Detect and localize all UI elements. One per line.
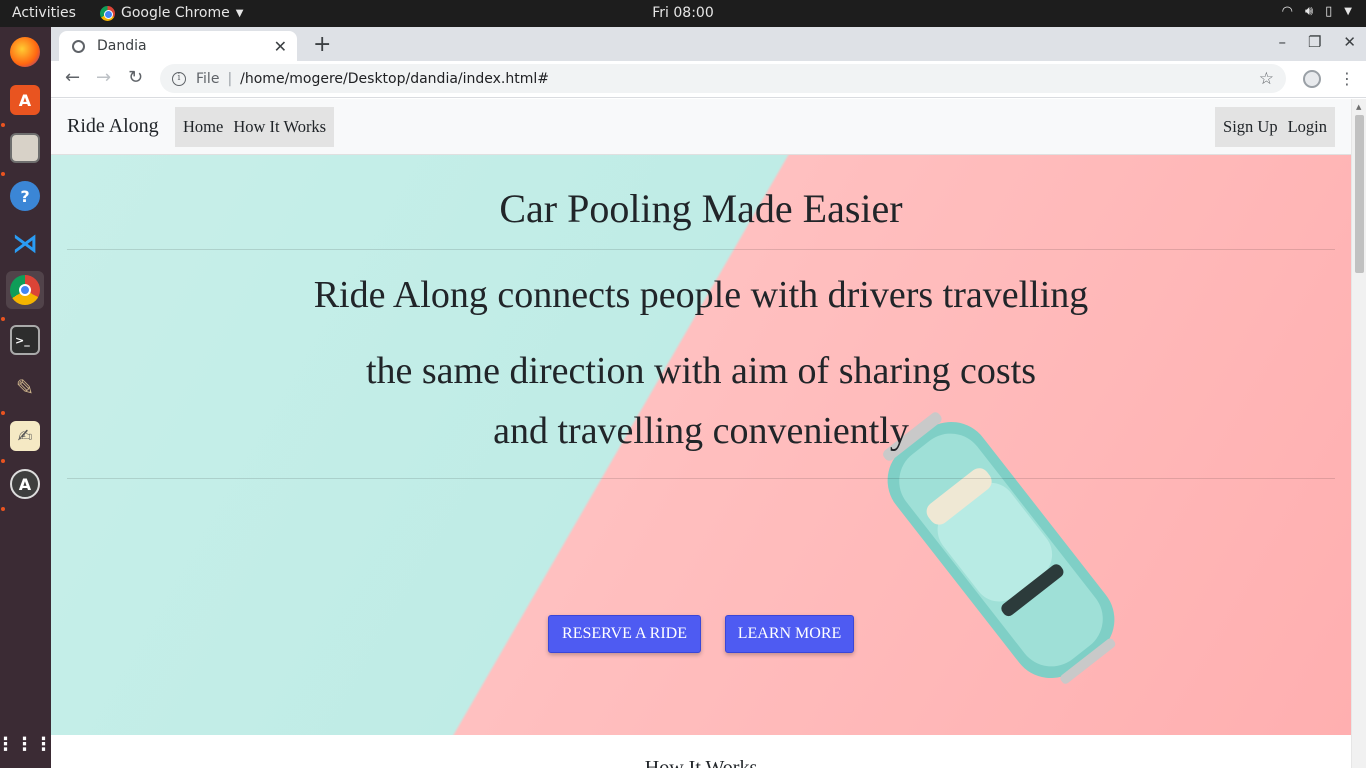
how-it-works-section: How It Works: [51, 735, 1351, 768]
dock-updater[interactable]: A: [6, 465, 44, 503]
dock-chrome[interactable]: [6, 271, 44, 309]
address-separator: |: [227, 70, 233, 87]
hero-line-3: and travelling conveniently: [493, 410, 909, 452]
activities-button[interactable]: Activities: [12, 5, 76, 21]
chrome-icon: [10, 275, 40, 305]
bookmark-star-icon[interactable]: ☆: [1259, 69, 1274, 89]
gimp-icon: ✎: [15, 375, 35, 401]
hero-divider-top: [67, 249, 1335, 250]
minimize-button[interactable]: –: [1278, 33, 1286, 51]
system-top-bar: Activities Google Chrome ▼ Fri 08:00 ◠ 🔊…: [0, 0, 1366, 27]
volume-icon: 🔊︎: [1304, 4, 1314, 19]
close-icon[interactable]: ✕: [274, 37, 287, 56]
window-controls: – ❐ ✕: [1278, 33, 1356, 51]
back-button[interactable]: ←: [65, 67, 80, 88]
dock-terminal[interactable]: >_: [6, 321, 44, 359]
site-navbar: Ride Along Home How It Works Sign Up Log…: [51, 99, 1351, 155]
page-viewport: Ride Along Home How It Works Sign Up Log…: [51, 99, 1351, 768]
hero-line-2: the same direction with aim of sharing c…: [365, 350, 1037, 392]
close-window-button[interactable]: ✕: [1343, 33, 1356, 51]
dock-files[interactable]: [6, 129, 44, 167]
url-text[interactable]: /home/mogere/Desktop/dandia/index.html#: [240, 71, 1259, 87]
hero-divider-bottom: [67, 478, 1335, 479]
chevron-down-icon: ▼: [1344, 6, 1352, 17]
forward-button[interactable]: →: [96, 67, 111, 88]
tab-strip: Dandia ✕ + – ❐ ✕: [51, 27, 1366, 61]
nav-right: Sign Up Login: [1215, 107, 1335, 147]
learn-more-button[interactable]: LEARN MORE: [725, 615, 854, 653]
browser-window: Dandia ✕ + – ❐ ✕ ← → ↻ i File | /home/mo…: [51, 27, 1366, 768]
tab-dandia[interactable]: Dandia ✕: [59, 31, 297, 61]
dock: A ? ⋊ >_ ✎ ✍ A ⋮⋮⋮: [0, 27, 54, 768]
chevron-down-icon: ▼: [235, 7, 244, 19]
nav-how-it-works[interactable]: How It Works: [233, 117, 326, 137]
hero-title: Car Pooling Made Easier: [499, 186, 903, 231]
globe-icon: [72, 39, 85, 53]
menu-kebab-icon[interactable]: ⋮: [1339, 69, 1355, 88]
nav-sign-up[interactable]: Sign Up: [1223, 117, 1278, 137]
text-editor-icon: ✍: [10, 421, 40, 451]
section-title: How It Works: [644, 757, 758, 768]
dock-gimp[interactable]: ✎: [6, 369, 44, 407]
page-scrollbar[interactable]: ▲: [1351, 99, 1366, 768]
scroll-up-arrow-icon[interactable]: ▲: [1356, 103, 1361, 111]
system-tray[interactable]: ◠ 🔊︎ ▯ ▼: [1282, 4, 1352, 19]
reload-button[interactable]: ↻: [128, 67, 143, 88]
app-menu[interactable]: Google Chrome ▼: [100, 5, 243, 21]
chrome-icon: [100, 5, 115, 21]
address-bar[interactable]: i File | /home/mogere/Desktop/dandia/ind…: [160, 64, 1286, 93]
wifi-icon: ◠: [1281, 4, 1293, 19]
info-icon[interactable]: i: [172, 71, 186, 86]
nav-left: Home How It Works: [175, 107, 335, 147]
dock-help[interactable]: ?: [6, 177, 44, 215]
dock-text-editor[interactable]: ✍: [6, 417, 44, 455]
hero-line-1: Ride Along connects people with drivers …: [313, 274, 1089, 316]
reserve-ride-button[interactable]: RESERVE A RIDE: [548, 615, 701, 653]
updater-icon: A: [10, 469, 40, 499]
profile-avatar[interactable]: [1303, 70, 1321, 88]
terminal-icon: >_: [10, 325, 40, 355]
app-grid-icon: ⋮⋮⋮: [0, 733, 54, 755]
vscode-icon: ⋊: [12, 229, 38, 259]
files-icon: [10, 133, 40, 163]
address-scheme: File: [196, 70, 220, 87]
app-menu-label: Google Chrome: [121, 5, 230, 21]
dock-vscode[interactable]: ⋊: [6, 225, 44, 263]
software-center-icon: A: [10, 85, 40, 115]
maximize-button[interactable]: ❐: [1308, 33, 1321, 51]
help-icon: ?: [10, 181, 40, 211]
site-brand[interactable]: Ride Along: [67, 115, 159, 138]
firefox-icon: [10, 37, 40, 67]
browser-toolbar: ← → ↻ i File | /home/mogere/Desktop/dand…: [51, 61, 1366, 98]
nav-login[interactable]: Login: [1288, 117, 1327, 137]
dock-firefox[interactable]: [6, 33, 44, 71]
tab-title: Dandia: [97, 38, 147, 54]
battery-icon: ▯: [1325, 4, 1333, 19]
new-tab-button[interactable]: +: [313, 32, 331, 57]
dock-app-grid[interactable]: ⋮⋮⋮: [0, 725, 54, 763]
scrollbar-thumb[interactable]: [1355, 115, 1364, 273]
hero-section: Car Pooling Made Easier Ride Along conne…: [51, 155, 1351, 735]
dock-software[interactable]: A: [6, 81, 44, 119]
nav-home[interactable]: Home: [183, 117, 223, 137]
